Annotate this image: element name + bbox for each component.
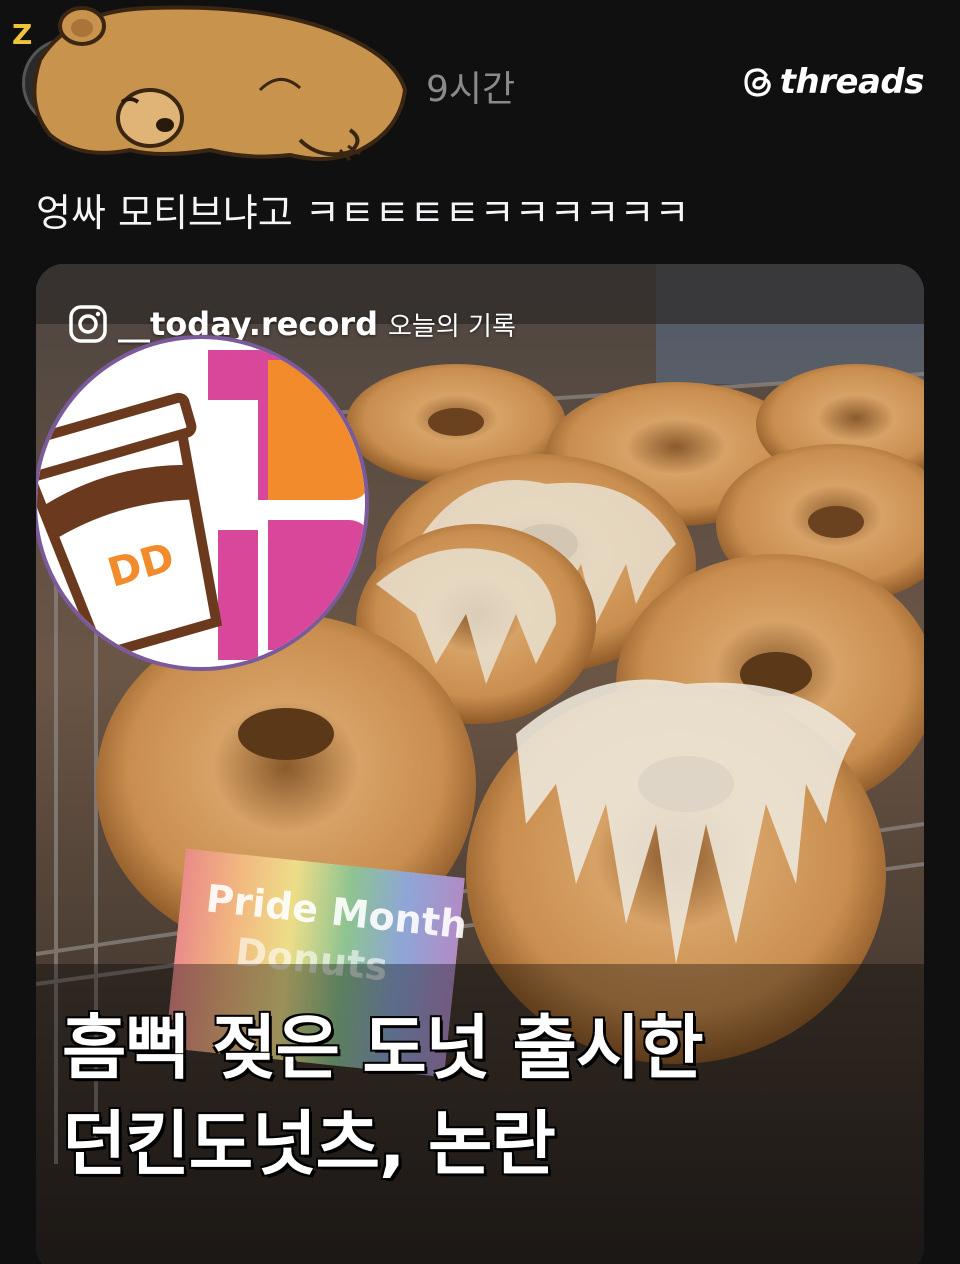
headline-overlay: 흠뻑 젖은 도넛 출시한 던킨도넛츠, 논란 bbox=[62, 1000, 912, 1192]
post-header: Z 9시간 threads bbox=[0, 0, 960, 170]
threads-wordmark: threads bbox=[779, 62, 925, 102]
instagram-caption: 오늘의 기록 bbox=[388, 311, 516, 342]
threads-brand: threads bbox=[742, 62, 925, 102]
sleep-z-icon: Z bbox=[12, 18, 33, 51]
threads-logo-icon bbox=[744, 68, 771, 97]
post-timestamp: 9시간 bbox=[426, 69, 516, 110]
headline-line-2: 던킨도넛츠, 논란 bbox=[62, 1103, 556, 1185]
sleeping-bear-sticker bbox=[32, 5, 408, 162]
post-body-text: 엉싸 모티브냐고 ㅋㅌㅌㅌㅌㅋㅋㅋㅋㅋㅋ bbox=[36, 191, 690, 235]
headline-line-1: 흠뻑 젖은 도넛 출시한 bbox=[62, 1007, 704, 1089]
dunkin-logo: DD bbox=[36, 335, 369, 671]
post-image[interactable]: Pride Month Donuts __today.record 오늘의 기록 bbox=[36, 264, 924, 1264]
